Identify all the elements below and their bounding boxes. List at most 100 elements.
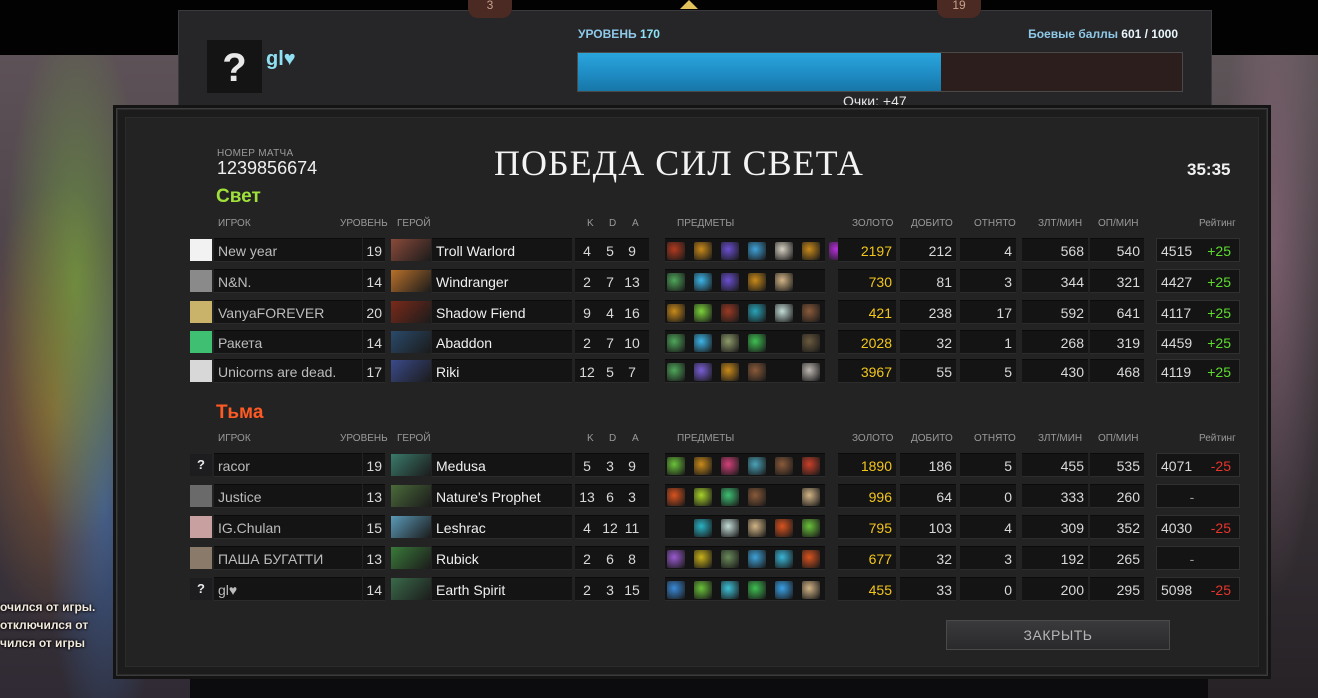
hero-portrait-icon[interactable] bbox=[391, 239, 431, 261]
item-icon[interactable] bbox=[802, 242, 820, 260]
player-name[interactable]: IG.Chulan bbox=[214, 515, 362, 539]
item-icon[interactable] bbox=[667, 334, 685, 352]
player-avatar[interactable]: ? bbox=[207, 40, 262, 93]
hero-portrait-icon[interactable] bbox=[391, 331, 431, 353]
item-icon[interactable] bbox=[775, 242, 793, 260]
hero-portrait-icon[interactable] bbox=[391, 485, 431, 507]
hero-portrait-icon[interactable] bbox=[391, 301, 431, 323]
player-name[interactable]: Ракета bbox=[214, 330, 362, 354]
hero-portrait-icon[interactable] bbox=[391, 454, 431, 476]
item-icon[interactable] bbox=[721, 519, 739, 537]
player-row[interactable]: New year 19 Troll Warlord 4 5 9 2197 212… bbox=[190, 238, 1242, 262]
item-icon[interactable] bbox=[667, 242, 685, 260]
item-icon[interactable] bbox=[694, 363, 712, 381]
player-name[interactable]: Unicorns are dead. bbox=[214, 359, 362, 383]
player-row[interactable]: N&N. 14 Windranger 2 7 13 730 81 3 344 3… bbox=[190, 269, 1242, 293]
player-avatar-icon[interactable] bbox=[190, 270, 212, 292]
hero-portrait-icon[interactable] bbox=[391, 270, 431, 292]
item-icon[interactable] bbox=[775, 457, 793, 475]
player-name[interactable]: racor bbox=[214, 453, 362, 477]
item-icon[interactable] bbox=[775, 273, 793, 291]
item-icon[interactable] bbox=[721, 242, 739, 260]
item-icon[interactable] bbox=[694, 273, 712, 291]
item-icon[interactable] bbox=[721, 273, 739, 291]
item-icon[interactable] bbox=[721, 488, 739, 506]
player-avatar-icon[interactable] bbox=[190, 331, 212, 353]
item-icon[interactable] bbox=[694, 519, 712, 537]
player-avatar-icon[interactable] bbox=[190, 485, 212, 507]
hero-portrait-icon[interactable] bbox=[391, 360, 431, 382]
item-icon[interactable] bbox=[667, 457, 685, 475]
item-icon[interactable] bbox=[721, 304, 739, 322]
player-avatar-icon[interactable] bbox=[190, 516, 212, 538]
item-icon[interactable] bbox=[721, 550, 739, 568]
item-icon[interactable] bbox=[694, 334, 712, 352]
player-name[interactable]: New year bbox=[214, 238, 362, 262]
last-hits: 212 bbox=[900, 238, 956, 262]
item-icon[interactable] bbox=[748, 363, 766, 381]
player-row[interactable]: Unicorns are dead. 17 Riki 12 5 7 3967 5… bbox=[190, 359, 1242, 383]
item-icon[interactable] bbox=[748, 488, 766, 506]
item-icon[interactable] bbox=[667, 581, 685, 599]
player-row[interactable]: ? gl♥ 14 Earth Spirit 2 3 15 455 33 0 20… bbox=[190, 577, 1242, 601]
item-icon[interactable] bbox=[802, 488, 820, 506]
item-icon[interactable] bbox=[802, 457, 820, 475]
player-row[interactable]: ? racor 19 Medusa 5 3 9 1890 186 5 455 5… bbox=[190, 453, 1242, 477]
item-icon[interactable] bbox=[802, 304, 820, 322]
item-icon[interactable] bbox=[667, 273, 685, 291]
item-icon[interactable] bbox=[748, 304, 766, 322]
player-avatar-icon[interactable] bbox=[190, 239, 212, 261]
item-icon[interactable] bbox=[694, 581, 712, 599]
item-icon[interactable] bbox=[802, 550, 820, 568]
item-icon[interactable] bbox=[721, 457, 739, 475]
close-button[interactable]: ЗАКРЫТЬ bbox=[946, 620, 1170, 650]
item-icon[interactable] bbox=[721, 581, 739, 599]
item-icon[interactable] bbox=[694, 242, 712, 260]
item-icon[interactable] bbox=[802, 581, 820, 599]
player-avatar-icon[interactable] bbox=[190, 547, 212, 569]
item-icon[interactable] bbox=[775, 519, 793, 537]
item-icon[interactable] bbox=[694, 488, 712, 506]
item-icon[interactable] bbox=[721, 334, 739, 352]
item-icon[interactable] bbox=[694, 304, 712, 322]
player-level: 13 bbox=[363, 484, 385, 508]
item-icon[interactable] bbox=[667, 488, 685, 506]
player-row[interactable]: ПАША БУГАТТИ 13 Rubick 2 6 8 677 32 3 19… bbox=[190, 546, 1242, 570]
item-icon[interactable] bbox=[748, 581, 766, 599]
player-avatar-icon[interactable] bbox=[190, 301, 212, 323]
player-name[interactable]: gl♥ bbox=[214, 577, 362, 601]
item-icon[interactable] bbox=[721, 363, 739, 381]
player-avatar-icon[interactable]: ? bbox=[190, 454, 212, 476]
item-icon[interactable] bbox=[667, 304, 685, 322]
item-icon[interactable] bbox=[748, 519, 766, 537]
item-icon[interactable] bbox=[775, 581, 793, 599]
hero-portrait-icon[interactable] bbox=[391, 516, 431, 538]
player-avatar-icon[interactable]: ? bbox=[190, 578, 212, 600]
player-name[interactable]: N&N. bbox=[214, 269, 362, 293]
player-row[interactable]: Justice 13 Nature's Prophet 13 6 3 996 6… bbox=[190, 484, 1242, 508]
item-icon[interactable] bbox=[748, 242, 766, 260]
item-icon[interactable] bbox=[748, 550, 766, 568]
player-name[interactable]: VanyaFOREVER bbox=[214, 300, 362, 324]
item-icon[interactable] bbox=[802, 334, 820, 352]
player-avatar-icon[interactable] bbox=[190, 360, 212, 382]
item-icon[interactable] bbox=[802, 519, 820, 537]
item-icon[interactable] bbox=[802, 363, 820, 381]
item-icon[interactable] bbox=[694, 550, 712, 568]
gold: 3967 bbox=[838, 359, 896, 383]
player-name[interactable]: ПАША БУГАТТИ bbox=[214, 546, 362, 570]
item-icon[interactable] bbox=[748, 273, 766, 291]
player-name[interactable]: Justice bbox=[214, 484, 362, 508]
hero-portrait-icon[interactable] bbox=[391, 578, 431, 600]
player-row[interactable]: IG.Chulan 15 Leshrac 4 12 11 795 103 4 3… bbox=[190, 515, 1242, 539]
player-row[interactable]: Ракета 14 Abaddon 2 7 10 2028 32 1 268 3… bbox=[190, 330, 1242, 354]
item-icon[interactable] bbox=[694, 457, 712, 475]
item-icon[interactable] bbox=[667, 550, 685, 568]
player-row[interactable]: VanyaFOREVER 20 Shadow Fiend 9 4 16 421 … bbox=[190, 300, 1242, 324]
item-icon[interactable] bbox=[775, 550, 793, 568]
hero-portrait-icon[interactable] bbox=[391, 547, 431, 569]
item-icon[interactable] bbox=[775, 304, 793, 322]
item-icon[interactable] bbox=[667, 363, 685, 381]
item-icon[interactable] bbox=[748, 457, 766, 475]
item-icon[interactable] bbox=[748, 334, 766, 352]
